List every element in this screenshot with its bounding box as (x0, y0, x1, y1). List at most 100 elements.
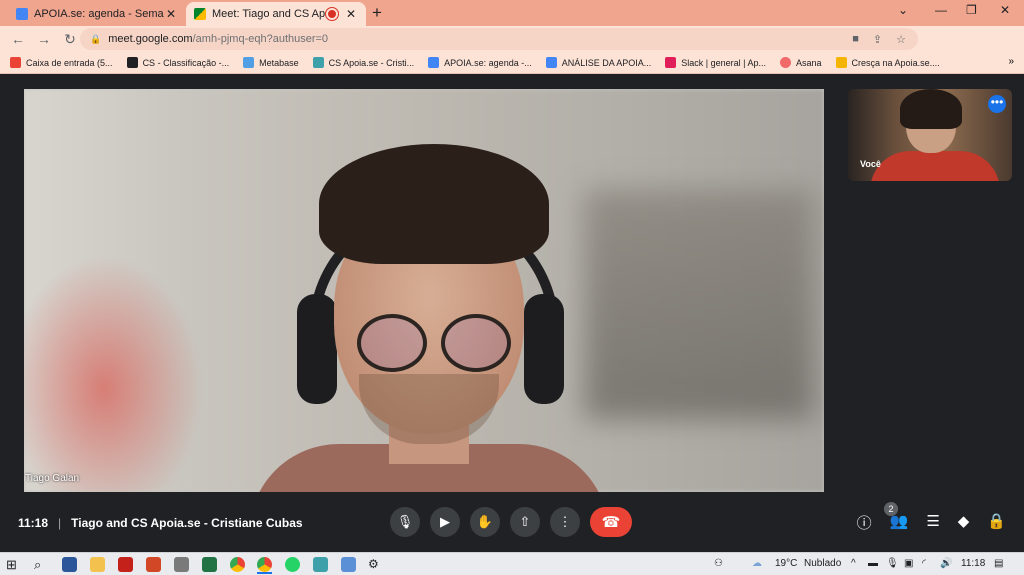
pipefy-icon (126, 57, 138, 68)
maximize-button[interactable]: ❐ (966, 3, 977, 17)
info-icon[interactable]: ⓘ (857, 512, 872, 533)
calendar-icon (428, 57, 440, 68)
host-controls-icon[interactable]: 🔒 (987, 512, 1006, 533)
excel-icon[interactable] (202, 557, 217, 572)
search-icon[interactable]: ⌕ (34, 557, 49, 572)
close-window-button[interactable]: ✕ (1000, 3, 1010, 17)
mic-icon: 🎙 (396, 514, 414, 529)
weather-cloud-icon[interactable]: ☁ (752, 558, 762, 569)
chat-icon[interactable]: ☰ (926, 512, 939, 533)
url-path: /amh-pjmq-eqh?authuser=0 (192, 33, 329, 45)
camera-button[interactable]: ▶ (430, 507, 460, 537)
windows-start-icon[interactable]: ⊞ (6, 557, 17, 573)
reload-icon[interactable]: ↻ (62, 31, 78, 48)
activities-icon[interactable]: ◆ (958, 512, 970, 533)
url-domain: meet.google.com (108, 33, 193, 45)
app-icon[interactable] (313, 557, 328, 572)
self-video-tile[interactable]: Você ••• (848, 89, 1012, 181)
recording-indicator-icon (328, 10, 336, 18)
meeting-info: 11:18 | Tiago and CS Apoia.se - Cristian… (18, 516, 303, 530)
microphone-tray-icon[interactable]: 🎙 (886, 558, 899, 569)
bookmark-label: APOIA.se: agenda -... (444, 57, 532, 68)
present-button[interactable]: ⇧ (510, 507, 540, 537)
mic-button[interactable]: 🎙 (390, 507, 420, 537)
bookmark-item[interactable]: Metabase (243, 57, 299, 68)
share-icon[interactable]: ⇪ (873, 33, 882, 46)
bookmark-item[interactable]: CS Apoia.se - Cristi... (312, 57, 415, 68)
bookmark-label: Metabase (259, 57, 299, 68)
word-icon[interactable] (62, 557, 77, 572)
weather-desc[interactable]: Nublado (804, 558, 841, 569)
side-controls: ⓘ 👥 ☰ ◆ 🔒 (857, 512, 1006, 533)
end-call-button[interactable]: ☎ (590, 507, 632, 537)
taskbar-clock[interactable]: 11:18 (961, 558, 985, 569)
meeting-title: Tiago and CS Apoia.se - Cristiane Cubas (71, 516, 303, 530)
lock-icon: 🔒 (90, 33, 102, 44)
docs-icon (545, 57, 557, 68)
bookmark-item[interactable]: CS - Classificação -... (126, 57, 230, 68)
bookmark-label: Asana (796, 57, 822, 68)
self-name-label: Você (860, 159, 881, 169)
meet-favicon-icon (194, 8, 206, 20)
bookmark-label: Cresça na Apoia.se.... (851, 57, 940, 68)
calculator-icon[interactable] (174, 557, 189, 572)
close-tab-icon[interactable]: ✕ (164, 7, 178, 21)
tab-agenda[interactable]: APOIA.se: agenda - Semana de 1 ✕ (8, 2, 186, 26)
people-tray-icon[interactable]: ⚇ (714, 558, 723, 569)
calendar-favicon-icon (16, 8, 28, 20)
settings-gear-icon[interactable]: ⚙ (368, 557, 383, 572)
bookmark-star-icon[interactable]: ☆ (896, 33, 906, 46)
camera-permission-icon[interactable]: ■ (852, 33, 859, 46)
forward-arrow-icon[interactable]: → (36, 31, 52, 47)
more-options-button[interactable]: ⋮ (550, 507, 580, 537)
tray-overflow-icon[interactable]: ^ (851, 558, 856, 569)
bookmark-item[interactable]: Asana (780, 57, 822, 68)
slides-icon (835, 57, 847, 68)
gmail-icon (10, 57, 21, 68)
weather-temp[interactable]: 19°C (775, 558, 797, 569)
participant-name: Tiago Galan (25, 473, 80, 484)
tab-title: APOIA.se: agenda - Semana de 1 (34, 8, 164, 20)
address-bar[interactable]: 🔒 meet.google.com /amh-pjmq-eqh?authuser… (80, 28, 918, 50)
bookmark-label: Caixa de entrada (5... (26, 57, 113, 68)
asana-icon (780, 57, 791, 68)
new-tab-button[interactable]: + (372, 3, 382, 23)
tray-printer-icon[interactable]: ▣ (904, 558, 913, 569)
whatsapp-icon[interactable] (285, 557, 300, 572)
file-explorer-icon[interactable] (90, 557, 105, 572)
tab-meet[interactable]: Meet: Tiago and CS Apoia.se ✕ (186, 2, 366, 26)
notifications-icon[interactable]: ▤ (994, 558, 1003, 569)
tab-search-icon[interactable]: ⌄ (898, 3, 908, 17)
bookmarks-overflow-icon[interactable]: » (1008, 56, 1014, 67)
tile-more-options-icon[interactable]: ••• (988, 95, 1006, 113)
back-arrow-icon[interactable]: ← (10, 31, 26, 47)
bookmark-item[interactable]: Cresça na Apoia.se.... (835, 57, 940, 68)
slack-icon (665, 57, 677, 68)
bookmark-item[interactable]: Slack | general | Ap... (665, 57, 766, 68)
main-video-tile[interactable]: Tiago Galan (24, 89, 824, 492)
tray-app-icon[interactable]: ▬ (868, 558, 878, 569)
minimize-button[interactable]: — (935, 3, 947, 17)
mail-icon[interactable] (341, 557, 356, 572)
bookmark-label: CS - Classificação -... (142, 57, 230, 68)
raise-hand-button[interactable]: ✋ (470, 507, 500, 537)
raise-hand-icon: ✋ (476, 514, 494, 529)
meeting-time: 11:18 (18, 516, 49, 530)
sheet-icon (312, 57, 324, 68)
bookmark-item[interactable]: APOIA.se: agenda -... (428, 57, 532, 68)
volume-icon[interactable]: 🔊 (940, 558, 952, 569)
pdf-reader-icon[interactable] (118, 557, 133, 572)
chrome-active-icon[interactable] (257, 557, 272, 572)
meeting-separator: | (58, 516, 62, 530)
chrome-icon[interactable] (230, 557, 245, 572)
participant-video (249, 144, 609, 492)
bookmark-item[interactable]: ANÁLISE DA APOIA... (545, 57, 651, 68)
wifi-icon[interactable]: ◜ (922, 558, 926, 569)
call-controls: 🎙 ▶ ✋ ⇧ ⋮ ☎ (390, 507, 632, 537)
bookmark-item[interactable]: Caixa de entrada (5... (10, 57, 113, 68)
close-tab-icon[interactable]: ✕ (344, 7, 358, 21)
present-icon: ⇧ (519, 514, 531, 529)
metabase-icon (243, 57, 255, 68)
bookmark-label: CS Apoia.se - Cristi... (328, 57, 415, 68)
powerpoint-icon[interactable] (146, 557, 161, 572)
